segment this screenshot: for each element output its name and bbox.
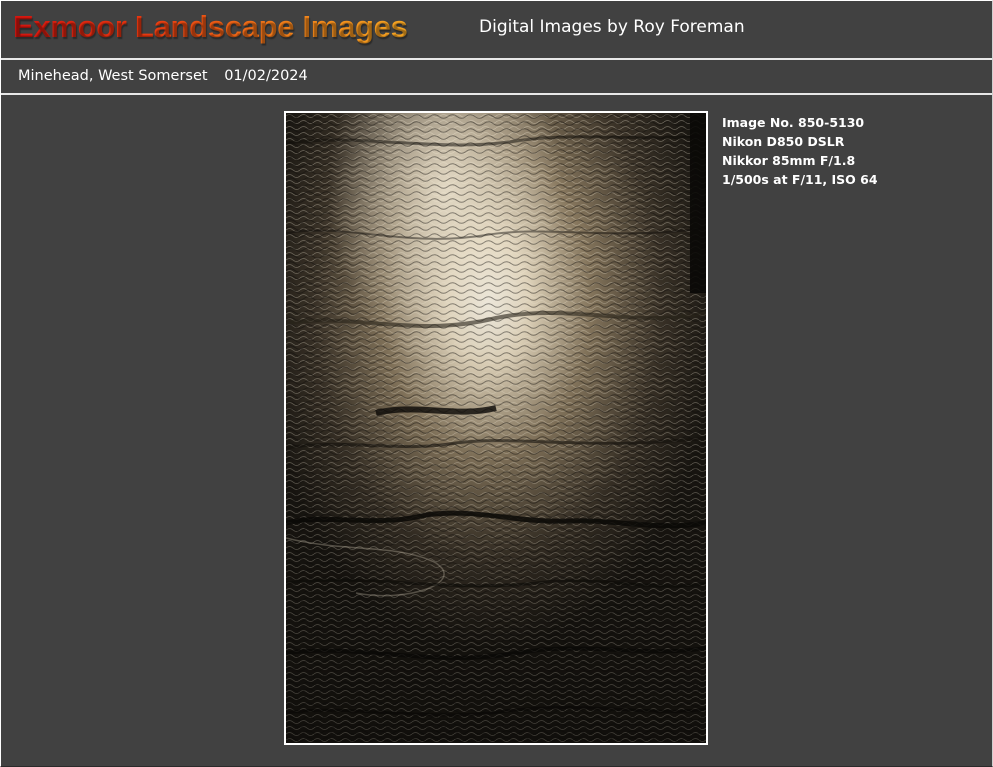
site-title[interactable]: Exmoor Landscape Images [13, 9, 408, 45]
location-divider [1, 93, 992, 95]
image-number: Image No. 850-5130 [722, 115, 865, 130]
lens-model: Nikkor 85mm F/1.8 [722, 153, 856, 168]
date-text: 01/02/2024 [224, 68, 308, 84]
exposure-settings: 1/500s at F/11, ISO 64 [722, 172, 878, 187]
site-subtitle: Digital Images by Roy Foreman [479, 17, 745, 37]
location-bar: Minehead, West Somerset 01/02/2024 [18, 68, 308, 84]
mudflats-photo-graphic [286, 113, 706, 743]
image-info: Image No. 850-5130 Nikon D850 DSLR Nikko… [722, 113, 878, 189]
camera-model: Nikon D850 DSLR [722, 134, 845, 149]
header: Exmoor Landscape Images Digital Images b… [1, 1, 992, 58]
landscape-photo[interactable] [284, 111, 708, 745]
location-text: Minehead, West Somerset [18, 68, 208, 84]
header-divider [1, 58, 992, 60]
